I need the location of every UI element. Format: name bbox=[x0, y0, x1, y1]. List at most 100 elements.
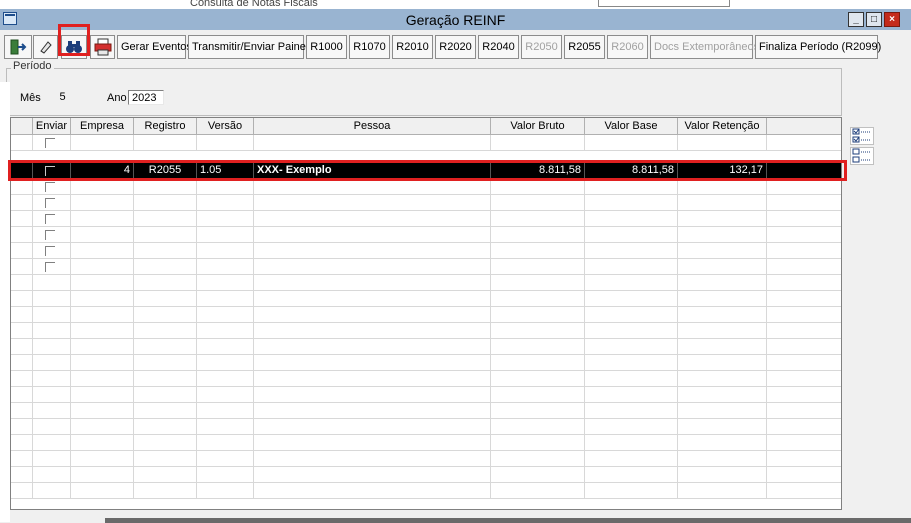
table-row[interactable] bbox=[11, 371, 841, 387]
grid-cell bbox=[33, 435, 71, 450]
table-row[interactable] bbox=[11, 483, 841, 499]
column-header-empresa[interactable]: Empresa bbox=[71, 118, 134, 135]
grid-cell bbox=[767, 435, 841, 450]
title-bar[interactable]: Geração REINF _ □ × bbox=[0, 9, 911, 30]
grid-cell bbox=[491, 467, 585, 482]
r2060-button[interactable]: R2060 bbox=[607, 35, 648, 59]
exit-button[interactable] bbox=[4, 35, 32, 59]
valor-bruto-cell bbox=[491, 135, 585, 150]
grid-cell bbox=[678, 211, 767, 226]
gerar-eventos-button[interactable]: Gerar Eventos bbox=[117, 35, 192, 59]
table-row[interactable] bbox=[11, 243, 841, 259]
grid-cell bbox=[585, 323, 678, 338]
grid-cell bbox=[197, 419, 254, 434]
grid-cell bbox=[197, 371, 254, 386]
selected-row-highlight bbox=[8, 160, 847, 181]
r2055-button[interactable]: R2055 bbox=[564, 35, 605, 59]
transmitir-enviar-painel-button[interactable]: Transmitir/Enviar Painel bbox=[188, 35, 308, 59]
table-row[interactable] bbox=[11, 211, 841, 227]
table-row[interactable] bbox=[11, 355, 841, 371]
enviar-cell[interactable] bbox=[33, 227, 71, 242]
uncheck-all-button[interactable] bbox=[850, 147, 874, 165]
column-header-valor-retencao[interactable]: Valor Retenção bbox=[678, 118, 767, 135]
grid-cell bbox=[197, 259, 254, 274]
grid-cell bbox=[11, 307, 33, 322]
enviar-cell[interactable] bbox=[33, 259, 71, 274]
grid-cell bbox=[134, 195, 197, 210]
enviar-checkbox[interactable] bbox=[45, 230, 55, 240]
grid-cell bbox=[33, 371, 71, 386]
table-row[interactable] bbox=[11, 227, 841, 243]
table-row[interactable] bbox=[11, 307, 841, 323]
grid-cell bbox=[197, 403, 254, 418]
enviar-checkbox[interactable] bbox=[45, 198, 55, 208]
table-row[interactable] bbox=[11, 291, 841, 307]
enviar-cell[interactable] bbox=[33, 243, 71, 258]
grid-cell bbox=[33, 355, 71, 370]
minimize-button[interactable]: _ bbox=[848, 12, 864, 27]
table-row[interactable] bbox=[11, 419, 841, 435]
table-row[interactable] bbox=[11, 403, 841, 419]
column-header-pessoa[interactable]: Pessoa bbox=[254, 118, 491, 135]
enviar-checkbox[interactable] bbox=[45, 214, 55, 224]
maximize-button[interactable]: □ bbox=[866, 12, 882, 27]
enviar-checkbox[interactable] bbox=[45, 182, 55, 192]
r1070-button[interactable]: R1070 bbox=[349, 35, 390, 59]
table-row[interactable] bbox=[11, 135, 841, 151]
table-row[interactable] bbox=[11, 451, 841, 467]
grid-cell bbox=[71, 419, 134, 434]
grid-cell bbox=[33, 419, 71, 434]
r1000-button[interactable]: R1000 bbox=[306, 35, 347, 59]
row-indicator bbox=[11, 195, 33, 210]
table-row[interactable] bbox=[11, 259, 841, 275]
column-header-valor-bruto[interactable]: Valor Bruto bbox=[491, 118, 585, 135]
print-button[interactable] bbox=[90, 35, 115, 59]
grid-cell bbox=[491, 243, 585, 258]
enviar-checkbox[interactable] bbox=[45, 138, 55, 148]
periodo-group: Período Mês 5 Ano 2023 bbox=[6, 60, 842, 116]
ano-field[interactable]: 2023 bbox=[128, 90, 164, 105]
column-header-versao[interactable]: Versão bbox=[197, 118, 254, 135]
grid-cell bbox=[71, 291, 134, 306]
table-row[interactable] bbox=[11, 195, 841, 211]
table-row[interactable] bbox=[11, 435, 841, 451]
r2010-button[interactable]: R2010 bbox=[392, 35, 433, 59]
finaliza-periodo-button[interactable]: Finaliza Período (R2099) bbox=[755, 35, 881, 59]
table-row[interactable] bbox=[11, 275, 841, 291]
table-row[interactable] bbox=[11, 387, 841, 403]
r2020-button[interactable]: R2020 bbox=[435, 35, 476, 59]
grid-cell bbox=[254, 307, 491, 322]
table-row[interactable] bbox=[11, 323, 841, 339]
enviar-checkbox[interactable] bbox=[45, 262, 55, 272]
column-header-valor-base[interactable]: Valor Base bbox=[585, 118, 678, 135]
grid-cell bbox=[585, 467, 678, 482]
table-row[interactable] bbox=[11, 339, 841, 355]
grid-cell bbox=[767, 339, 841, 354]
column-header-enviar[interactable]: Enviar bbox=[33, 118, 71, 135]
close-button[interactable]: × bbox=[884, 12, 900, 27]
r2050-button[interactable]: R2050 bbox=[521, 35, 562, 59]
grid-cell bbox=[71, 275, 134, 290]
column-header-registro[interactable]: Registro bbox=[134, 118, 197, 135]
grid-cell bbox=[71, 435, 134, 450]
grid-cell bbox=[767, 387, 841, 402]
check-all-button[interactable] bbox=[850, 127, 874, 145]
grid-cell bbox=[585, 227, 678, 242]
enviar-cell[interactable] bbox=[33, 179, 71, 194]
enviar-cell[interactable] bbox=[33, 135, 71, 150]
table-row[interactable] bbox=[11, 179, 841, 195]
r2040-button[interactable]: R2040 bbox=[478, 35, 519, 59]
grid-cell bbox=[678, 227, 767, 242]
grid-cell bbox=[678, 259, 767, 274]
enviar-cell[interactable] bbox=[33, 211, 71, 226]
clear-button[interactable] bbox=[33, 35, 58, 59]
empresa-cell bbox=[71, 135, 134, 150]
grid-cell bbox=[254, 403, 491, 418]
table-row[interactable] bbox=[11, 467, 841, 483]
enviar-checkbox[interactable] bbox=[45, 246, 55, 256]
mes-field[interactable]: 5 bbox=[40, 90, 85, 105]
enviar-cell[interactable] bbox=[33, 195, 71, 210]
printer-icon bbox=[94, 38, 111, 56]
docs-extemporaneos-button[interactable]: Docs Extemporâneos bbox=[650, 35, 759, 59]
row-indicator bbox=[11, 243, 33, 258]
